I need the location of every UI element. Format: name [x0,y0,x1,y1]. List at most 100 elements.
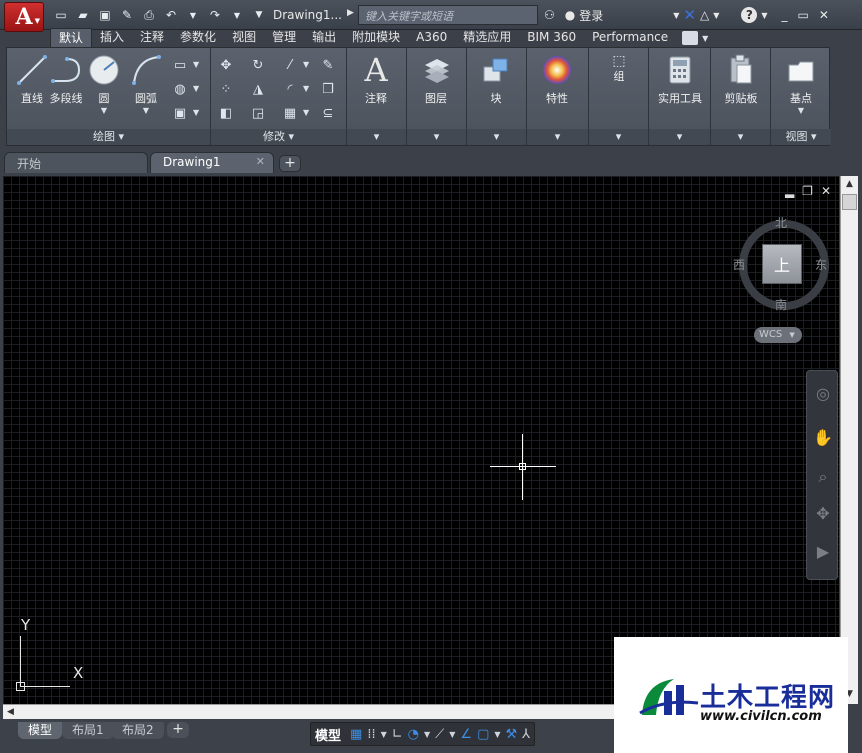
undo-icon[interactable]: ↶ [162,6,180,24]
object-snap-icon[interactable]: ▢ [477,727,489,742]
tab-default[interactable]: 默认 [50,28,93,48]
hatch-dropdown-icon[interactable]: ▼ [193,84,199,93]
fillet-dropdown-icon[interactable]: ▼ [303,84,309,93]
minimize-icon[interactable]: _ [782,8,788,22]
customize-qat-icon[interactable]: ▼ [250,6,268,24]
tab-manage[interactable]: 管理 [264,28,304,48]
trim-icon[interactable]: ⁄ [281,56,299,74]
grid-icon[interactable]: ▦ [350,727,362,742]
save-icon[interactable]: ▣ [96,6,114,24]
tab-output[interactable]: 输出 [304,28,344,48]
block-panel-expand[interactable]: ▾ [467,129,526,145]
move-icon[interactable]: ✥ [217,56,235,74]
tab-annotate[interactable]: 注释 [132,28,172,48]
rectangle-dropdown-icon[interactable]: ▼ [193,60,199,69]
login-dropdown-icon[interactable]: ▼ [673,11,679,20]
restore-icon[interactable]: ▭ [798,8,809,22]
a360-icon[interactable]: △ [700,8,709,22]
viewport-restore-icon[interactable]: ❐ [802,184,813,198]
clipboard-tool[interactable]: 剪贴板 [716,52,766,106]
clipboard-panel-expand[interactable]: ▾ [711,129,770,145]
tab-bim360[interactable]: BIM 360 [519,28,584,48]
scroll-up-icon[interactable]: ▲ [841,176,858,193]
annotation-tool[interactable]: A 注释 [351,51,401,106]
new-tab-button[interactable]: + [279,155,301,172]
object-snap-dropdown-icon[interactable]: ▼ [494,730,500,739]
explode-icon[interactable]: ❒ [319,80,337,98]
login-button[interactable]: 登录 [579,7,603,24]
basepoint-tool[interactable]: 基点 ▼ [776,52,826,115]
fillet-icon[interactable]: ◜ [281,80,299,98]
utilities-panel-expand[interactable]: ▾ [649,129,710,145]
group-tool[interactable]: ⬚ 组 [594,50,644,84]
tab-addins[interactable]: 附加模块 [344,28,408,48]
modify-panel-title[interactable]: 修改 ▾ [211,129,346,145]
draw-panel-title[interactable]: 绘图 ▾ [7,129,210,145]
a360-dropdown-icon[interactable]: ▼ [713,11,719,20]
array-dropdown-icon[interactable]: ▼ [303,108,309,117]
copy-icon[interactable]: ⁘ [217,80,235,98]
rotate-icon[interactable]: ↻ [249,56,267,74]
basepoint-dropdown-icon[interactable]: ▼ [776,106,826,115]
layers-panel-expand[interactable]: ▾ [407,129,466,145]
snap-dropdown-icon[interactable]: ▼ [381,730,387,739]
rectangle-icon[interactable]: ▭ [171,56,189,74]
object-snap-tracking-icon[interactable]: ∠ [460,727,472,742]
tab-drawing1[interactable]: Drawing1 ✕ [150,152,274,173]
undo-dropdown-icon[interactable]: ▼ [184,6,202,24]
viewport-close-icon[interactable]: ✕ [821,184,831,198]
close-tab-icon[interactable]: ✕ [256,155,265,168]
help-button[interactable]: ? [741,7,758,23]
tab-view[interactable]: 视图 [224,28,264,48]
view-panel-title[interactable]: 视图 ▾ [771,129,831,145]
isodraft-dropdown-icon[interactable]: ▼ [449,730,455,739]
viewport-minimize-icon[interactable]: ▂ [785,184,794,198]
ucs-icon[interactable]: Y X [15,616,85,691]
utilities-tool[interactable]: 实用工具 [655,52,705,106]
tab-featured-apps[interactable]: 精选应用 [455,28,519,48]
ribbon-options-dropdown-icon[interactable]: ▼ [702,34,708,43]
polar-tracking-icon[interactable]: ◔ [408,727,419,742]
wcs-menu-button[interactable]: WCS ▼ [754,327,802,343]
model-space-button[interactable]: 模型 [315,725,345,744]
vertical-scrollbar[interactable]: ▲ ▼ [840,176,858,704]
arc-tool[interactable]: 圆弧 ▼ [121,52,171,115]
ribbon-minimize-toggle[interactable] [682,31,699,45]
zoom-icon[interactable]: ⌕ [811,465,835,489]
redo-icon[interactable]: ↷ [206,6,224,24]
layout-tab-layout2[interactable]: 布局2 [112,722,164,739]
compass-south[interactable]: 南 [775,296,787,313]
hatch-icon[interactable]: ◍ [171,80,189,98]
layers-tool[interactable]: 图层 [411,52,461,106]
expand-search-icon[interactable]: ▶ [347,8,354,18]
tab-performance[interactable]: Performance [584,28,676,48]
vertical-scroll-thumb[interactable] [842,194,857,210]
group-panel-expand[interactable]: ▾ [589,129,648,145]
compass-north[interactable]: 北 [775,214,787,231]
drawing-canvas[interactable]: ▂ ❐ ✕ 上 北 南 东 西 WCS ▼ ◎ ✋ ⌕ ✥ ▶ Y X [3,176,839,704]
snap-icon[interactable]: ⁞⁞ [367,727,375,742]
annotation-scale-icon[interactable]: ⚒ [506,727,518,742]
block-tool[interactable]: 块 [471,52,521,106]
binoculars-icon[interactable]: ⚇ [544,8,555,22]
ortho-icon[interactable]: ∟ [392,727,403,742]
open-folder-icon[interactable]: ▰ [74,6,92,24]
mirror-icon[interactable]: ◮ [249,80,267,98]
exchange-icon[interactable]: ✕ [683,6,696,24]
array-icon[interactable]: ▦ [281,104,299,122]
print-icon[interactable]: ⎙ [140,6,158,24]
layout-tab-model[interactable]: 模型 [18,722,63,739]
stretch-icon[interactable]: ◧ [217,104,235,122]
region-dropdown-icon[interactable]: ▼ [193,108,199,117]
region-icon[interactable]: ▣ [171,104,189,122]
tab-insert[interactable]: 插入 [92,28,132,48]
showmotion-icon[interactable]: ▶ [811,539,835,563]
tab-parametric[interactable]: 参数化 [172,28,224,48]
compass-west[interactable]: 西 [733,256,745,273]
scale-icon[interactable]: ◲ [249,104,267,122]
tab-a360[interactable]: A360 [408,28,455,48]
help-dropdown-icon[interactable]: ▼ [761,11,767,20]
annotation-visibility-icon[interactable]: ⅄ [522,727,530,742]
add-layout-button[interactable]: + [167,722,189,738]
save-as-icon[interactable]: ✎ [118,6,136,24]
